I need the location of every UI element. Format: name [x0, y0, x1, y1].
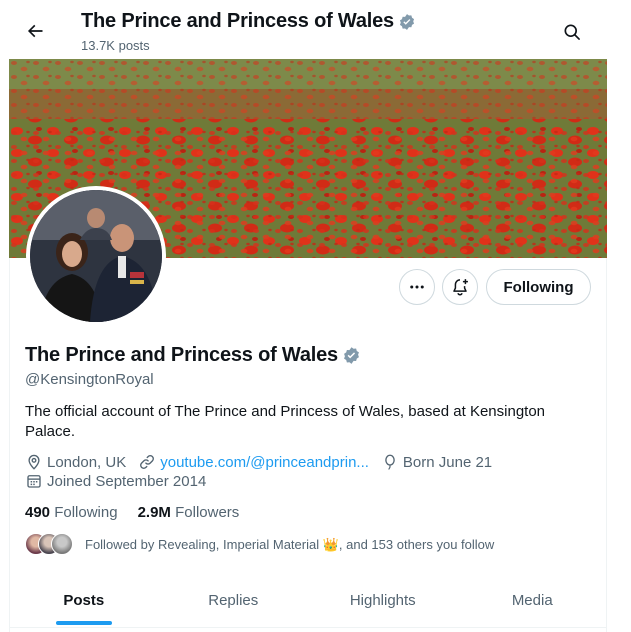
profile-header: The Prince and Princess of Wales 13.7K p…: [0, 0, 631, 59]
posts-count: 13.7K posts: [81, 38, 150, 53]
balloon-icon: [385, 454, 395, 470]
following-stat-link[interactable]: 490 Following: [25, 504, 118, 521]
link-icon: [140, 455, 155, 469]
tab-label: Highlights: [349, 592, 416, 609]
tab-posts[interactable]: Posts: [9, 575, 159, 627]
profile-avatar[interactable]: [26, 186, 166, 326]
birthday-text: Born June 21: [402, 453, 493, 471]
birthday-item: Born June 21: [381, 453, 492, 471]
avatar: [51, 533, 73, 555]
follower-avatars: [25, 533, 77, 557]
profile-name-text: The Prince and Princess of Wales: [25, 344, 338, 366]
search-button[interactable]: [557, 17, 587, 47]
tab-media[interactable]: Media: [458, 575, 608, 627]
joined-item: Joined September 2014: [25, 472, 206, 490]
bell-plus-icon: [453, 279, 468, 296]
header-title-text: The Prince and Princess of Wales: [81, 10, 394, 32]
tab-replies[interactable]: Replies: [159, 575, 309, 627]
followers-count: 2.9M: [137, 504, 171, 521]
avatar-photo: [30, 190, 162, 322]
following-count: 490: [25, 504, 51, 521]
profile-handle: @KensingtonRoyal: [25, 371, 154, 388]
back-button[interactable]: [20, 16, 50, 46]
followers-stat-link[interactable]: 2.9M Followers: [138, 504, 240, 521]
notifications-button[interactable]: [442, 269, 478, 305]
website-link[interactable]: youtube.com/@princeandprin...: [160, 454, 369, 471]
tab-label: Posts: [63, 592, 105, 609]
tab-label: Media: [511, 592, 553, 609]
more-options-button[interactable]: [399, 269, 435, 305]
following-button[interactable]: Following: [486, 269, 591, 305]
location-item: London, UK: [25, 453, 126, 471]
verified-badge-icon[interactable]: [342, 346, 361, 365]
header-title: The Prince and Princess of Wales: [81, 10, 416, 33]
search-icon: [564, 24, 580, 40]
verified-badge-icon[interactable]: [398, 13, 416, 31]
profile-tabs: Posts Replies Highlights Media: [9, 575, 607, 627]
more-dots-icon: [410, 285, 424, 289]
profile-meta-row-joined: Joined September 2014: [25, 472, 218, 490]
followers-stat-label: Followers: [175, 504, 240, 521]
calendar-icon: [27, 475, 41, 488]
following-stat-label: Following: [54, 504, 118, 521]
profile-meta-row: London, UK youtube.com/@princeandprin...…: [25, 453, 504, 471]
profile-name: The Prince and Princess of Wales: [25, 344, 361, 367]
location-pin-icon: [28, 454, 40, 470]
tab-highlights[interactable]: Highlights: [308, 575, 458, 627]
followed-by-link[interactable]: Followed by Revealing, Imperial Material…: [25, 533, 494, 557]
follow-stats: 490 Following 2.9M Followers: [25, 504, 239, 521]
tabs-divider: [9, 627, 607, 628]
arrow-left-icon: [27, 24, 43, 38]
followed-by-text: Followed by Revealing, Imperial Material…: [85, 537, 495, 552]
profile-bio: The official account of The Prince and P…: [25, 403, 546, 440]
location-text: London, UK: [47, 453, 127, 471]
website-item[interactable]: youtube.com/@princeandprin...: [138, 453, 369, 471]
tab-label: Replies: [208, 592, 259, 609]
active-tab-indicator: [55, 621, 112, 625]
joined-text: Joined September 2014: [47, 472, 207, 490]
